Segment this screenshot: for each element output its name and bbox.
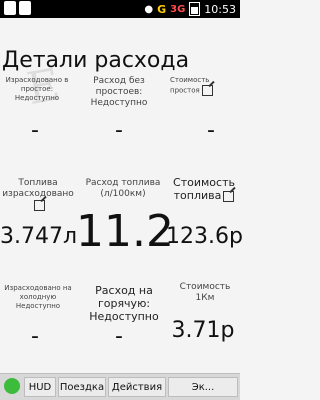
hot-consumption-value: - xyxy=(115,324,123,349)
status-bar: ● G 3G 10:53 xyxy=(0,0,240,18)
consumption-no-idle-value: - xyxy=(115,118,123,143)
fuel-rate-label: Расход топлива (л/100км) xyxy=(85,178,161,199)
fuel-cost-label-wrap: Стоимость топлива xyxy=(170,176,238,202)
edit-icon[interactable] xyxy=(201,85,213,96)
page-title: Детали расхода xyxy=(2,48,190,73)
idle-cost-label-wrap: Стоимость простоя xyxy=(170,76,238,96)
cost-per-km-value: 3.71р xyxy=(171,318,235,343)
more-button[interactable]: Эк... xyxy=(168,377,238,397)
idle-cost-value: - xyxy=(207,118,215,143)
network-type: G xyxy=(157,2,167,16)
bottom-toolbar: HUD Поездка Действия Эк... xyxy=(0,373,240,400)
edit-icon[interactable] xyxy=(33,200,45,211)
status-right: ● G 3G 10:53 xyxy=(144,0,236,18)
fuel-used-label-wrap: Топлива израсходовано xyxy=(2,178,74,212)
hot-consumption-label: Расход на горячую: Недоступно xyxy=(89,284,159,323)
fuel-cost-value: 123.6р xyxy=(166,224,243,249)
idle-consumed-value: - xyxy=(31,118,39,143)
status-indicator-icon[interactable] xyxy=(4,378,20,394)
actions-button[interactable]: Действия xyxy=(108,377,166,397)
fuel-used-label: Топлива израсходовано xyxy=(2,178,74,199)
status-time: 10:53 xyxy=(204,2,236,16)
cost-per-km-label: Стоимость 1Км xyxy=(179,282,231,303)
notification-icon xyxy=(4,1,16,15)
hud-button[interactable]: HUD xyxy=(24,377,56,397)
idle-consumed-label: Израсходовано в простое: Недоступно xyxy=(5,76,69,102)
cold-consumed-label: Израсходовано на холодную Недоступно xyxy=(4,284,72,310)
network-type-3g: 3G xyxy=(170,3,186,15)
trip-button[interactable]: Поездка xyxy=(58,377,106,397)
notification-icon xyxy=(19,1,31,15)
cold-consumed-value: - xyxy=(31,324,39,349)
fuel-used-value: 3.747л xyxy=(0,224,78,249)
consumption-no-idle-label: Расход без простоев: Недоступно xyxy=(90,76,148,108)
fuel-rate-value: 11.2 xyxy=(76,206,174,257)
battery-icon xyxy=(189,2,201,16)
notification-icons xyxy=(4,1,31,15)
location-pin-icon: ● xyxy=(144,3,154,15)
edit-icon[interactable] xyxy=(223,190,235,202)
